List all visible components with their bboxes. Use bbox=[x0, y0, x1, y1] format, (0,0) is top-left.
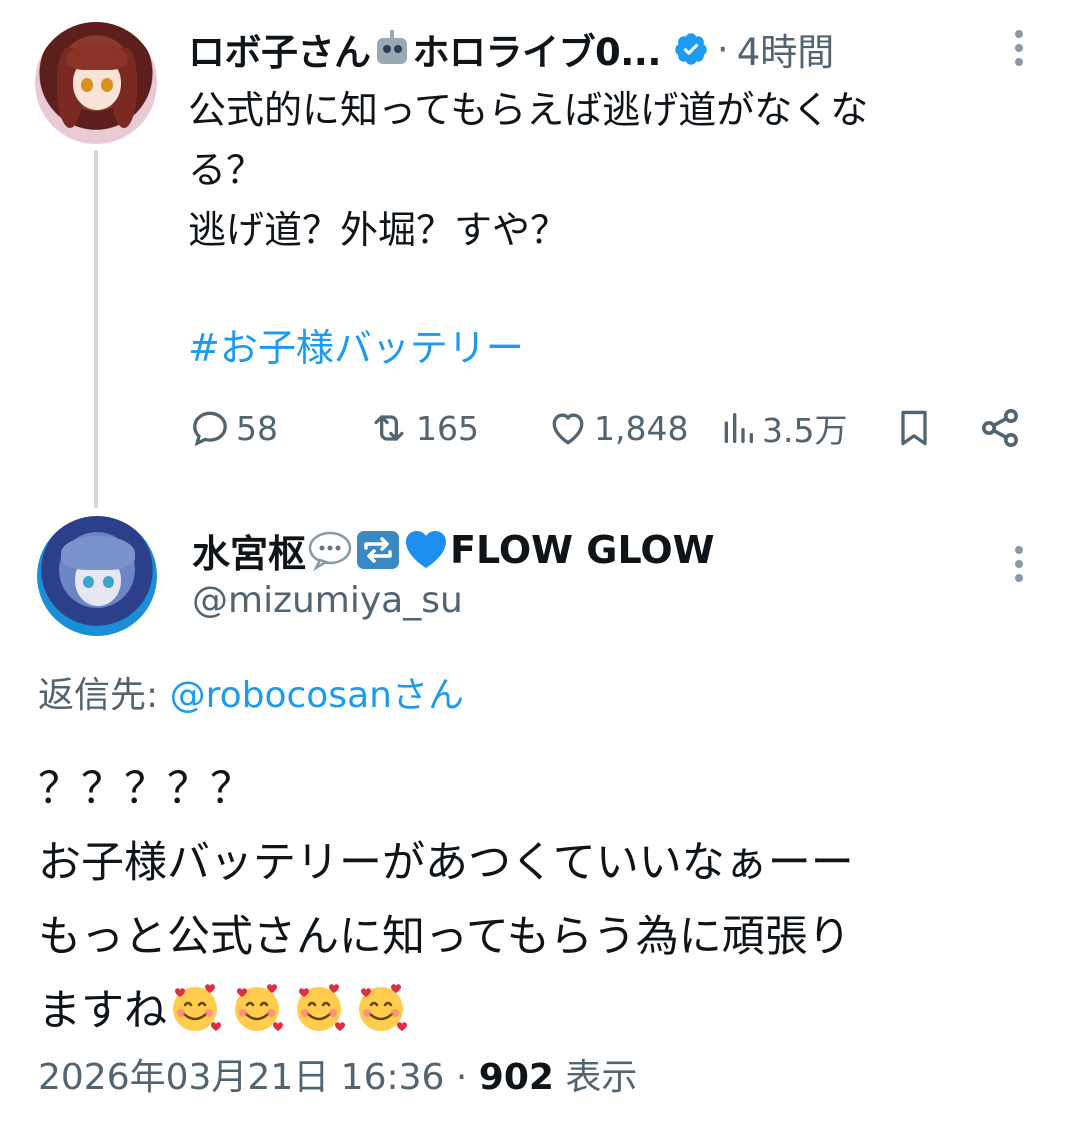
reply-timestamp[interactable]: 2026年03月21日 16:36 bbox=[38, 1057, 444, 1098]
reply-tweet-text: ？？？？？ お子様バッテリーがあつくていいなぁーー もっと公式さんに知ってもらう… bbox=[38, 752, 1038, 1048]
bookmark-icon bbox=[901, 410, 927, 446]
parent-author-name[interactable]: ロボ子さん bbox=[188, 22, 371, 76]
replying-to-label: 返信先: bbox=[38, 675, 170, 716]
reply-tweet-line: ？？？？？ bbox=[38, 764, 253, 814]
analytics-bar-icon bbox=[724, 413, 753, 443]
reply-tweet-line: ますね bbox=[38, 986, 167, 1036]
parent-tweet-line: 公式的に知ってもらえば逃げ道がなくな bbox=[188, 88, 869, 132]
meta-separator: · bbox=[444, 1057, 479, 1098]
bookmark-button[interactable] bbox=[892, 400, 936, 456]
hashtag-link[interactable]: #お子様バッテリー bbox=[188, 318, 524, 378]
tweet-thread-view: ロボ子さん ホロライブ0... · 4時間 公式的に知ってもらえば逃げ道がなくな… bbox=[0, 0, 1080, 1126]
reply-icon bbox=[193, 411, 227, 447]
blue-heart-emoji-icon bbox=[406, 531, 447, 568]
parent-tweet-time[interactable]: 4時間 bbox=[737, 22, 835, 76]
reply-tweet-meta: 2026年03月21日 16:36 · 902 表示 bbox=[38, 1048, 637, 1100]
smiling-face-with-hearts-emoji-icon bbox=[297, 984, 345, 1031]
reply-more-options-icon[interactable] bbox=[1014, 546, 1024, 586]
repeat-emoji-icon bbox=[357, 531, 400, 569]
smiling-face-with-hearts-emoji-icon bbox=[235, 984, 283, 1031]
reply-count: 58 bbox=[236, 408, 278, 448]
retweet-button[interactable]: 165 bbox=[366, 400, 479, 456]
like-button[interactable]: 1,848 bbox=[546, 400, 688, 456]
share-icon bbox=[982, 409, 1018, 447]
verified-badge-icon bbox=[675, 33, 707, 65]
reply-author-name-suffix[interactable]: FLOW GLOW bbox=[450, 528, 715, 572]
share-button[interactable] bbox=[976, 400, 1024, 456]
reply-author-handle[interactable]: @mizumiya_su bbox=[192, 580, 463, 621]
reply-author-avatar[interactable] bbox=[37, 516, 157, 636]
reply-button[interactable]: 58 bbox=[188, 400, 278, 456]
reply-view-count: 902 bbox=[478, 1057, 554, 1098]
parent-tweet-line: る？ bbox=[188, 148, 265, 192]
smiling-face-with-hearts-emoji-icon bbox=[359, 984, 407, 1031]
parent-more-options-icon[interactable] bbox=[1014, 30, 1024, 70]
heart-icon bbox=[552, 413, 584, 445]
like-count: 1,848 bbox=[594, 408, 689, 448]
replying-to-mention[interactable]: @robocosanさん bbox=[170, 675, 464, 716]
parent-action-bar: 58 165 1,848 3.5万 bbox=[188, 400, 1038, 456]
parent-tweet-header: ロボ子さん ホロライブ0... · 4時間 bbox=[188, 22, 990, 76]
views-button[interactable]: 3.5万 bbox=[718, 400, 847, 456]
parent-tweet-text: 公式的に知ってもらえば逃げ道がなくな る？ 逃げ道？外堀？すや？ bbox=[188, 80, 988, 260]
reply-tweet-last-line: ますね bbox=[38, 974, 1038, 1048]
retweet-count: 165 bbox=[416, 408, 479, 448]
parent-tweet-separator: · bbox=[716, 27, 729, 71]
thread-connector-line bbox=[94, 150, 98, 508]
replying-to-line: 返信先: @robocosanさん bbox=[38, 666, 464, 718]
reply-tweet-line: もっと公式さんに知ってもらう為に頑張り bbox=[38, 912, 851, 962]
speech-bubble-emoji-icon bbox=[308, 531, 352, 572]
view-count: 3.5万 bbox=[762, 411, 848, 450]
robot-emoji-icon bbox=[373, 30, 411, 68]
parent-author-name-suffix[interactable]: ホロライブ0... bbox=[413, 22, 662, 76]
reply-tweet-header: 水宮枢 FLOW GLOW bbox=[192, 522, 715, 578]
reply-tweet-line: お子様バッテリーがあつくていいなぁーー bbox=[38, 838, 854, 888]
reply-author-name[interactable]: 水宮枢 bbox=[192, 523, 306, 578]
smiling-face-with-hearts-emoji-icon bbox=[173, 984, 221, 1031]
reply-view-label: 表示 bbox=[553, 1057, 638, 1098]
retweet-icon bbox=[374, 415, 404, 441]
parent-author-avatar[interactable] bbox=[35, 22, 157, 144]
parent-tweet-line: 逃げ道？外堀？すや？ bbox=[188, 208, 569, 252]
